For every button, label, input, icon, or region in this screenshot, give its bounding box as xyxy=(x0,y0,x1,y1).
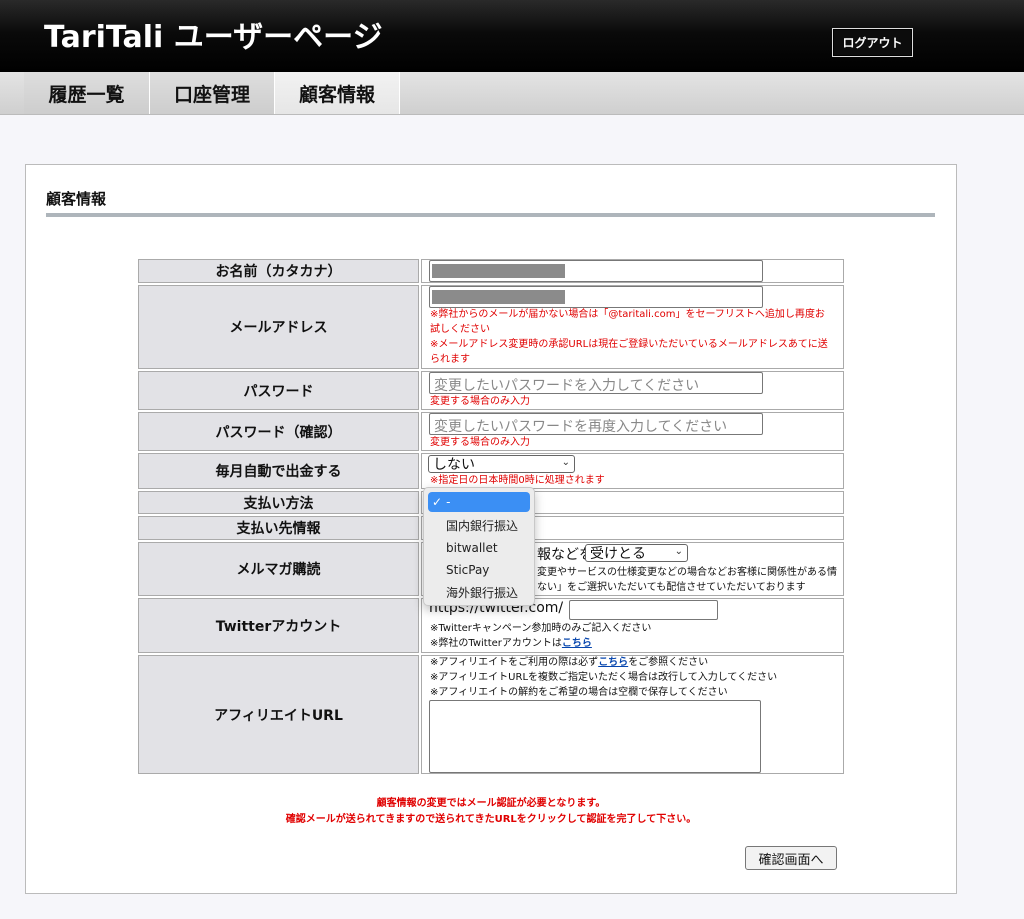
redacted-email xyxy=(432,290,565,304)
label-auto-withdraw: 毎月自動で出金する xyxy=(138,453,419,489)
tab-history[interactable]: 履歴一覧 xyxy=(24,72,150,114)
label-password-confirm: パスワード（確認） xyxy=(138,412,419,451)
label-name-kana: お名前（カタカナ） xyxy=(138,259,419,283)
affiliate-note-1-tail: をご参照ください xyxy=(628,657,709,668)
footer-note-2: 確認メールが送られてきますので送られてきたURLをクリックして認証を完了して下さ… xyxy=(285,814,697,825)
affiliate-info-link[interactable]: こちら xyxy=(598,657,628,668)
password-confirm-note: 変更する場合のみ入力 xyxy=(430,437,530,448)
email-note-1: ※弊社からのメールが届かない場合は「@taritali.com」をセーフリストへ… xyxy=(430,309,825,320)
label-password: パスワード xyxy=(138,371,419,410)
label-twitter: Twitterアカウント xyxy=(138,598,419,653)
affiliate-note-3: ※アフィリエイトの解約をご希望の場合は空欄で保存してください xyxy=(430,687,728,698)
password-note: 変更する場合のみ入力 xyxy=(430,396,530,407)
confirm-button[interactable]: 確認画面へ xyxy=(745,846,837,870)
password-confirm-input[interactable]: 変更したいパスワードを再度入力してください xyxy=(429,413,763,435)
newsletter-note-1: 変更やサービスの仕様変更などの場合などお客様に関係性がある情 xyxy=(537,567,837,578)
dropdown-option-domestic-bank[interactable]: 国内銀行振込 xyxy=(428,515,530,535)
email-note-2: ※メールアドレス変更時の承認URLは現在ご登録いただいているメールアドレスあてに… xyxy=(430,339,828,350)
email-note-2b: られます xyxy=(430,354,470,365)
email-note-1b: 試しください xyxy=(430,324,490,335)
dropdown-option-label: - xyxy=(446,495,451,509)
password-input[interactable]: 変更したいパスワードを入力してください xyxy=(429,372,763,394)
newsletter-select[interactable]: 受けとる ⌄ xyxy=(585,544,688,562)
tab-customer-info[interactable]: 顧客情報 xyxy=(275,72,400,114)
dropdown-option-bitwallet[interactable]: bitwallet xyxy=(428,538,530,558)
newsletter-value: 受けとる xyxy=(590,546,646,562)
tab-account-management[interactable]: 口座管理 xyxy=(150,72,275,114)
top-header: TariTali ユーザーページ ログアウト xyxy=(0,0,1024,72)
chevron-down-icon: ⌄ xyxy=(561,457,570,468)
twitter-input[interactable] xyxy=(569,600,718,620)
affiliate-url-textarea[interactable] xyxy=(429,700,761,773)
newsletter-note-2: ない」をご選択いただいても配信させていただいております xyxy=(537,582,806,593)
label-payee-info: 支払い先情報 xyxy=(138,516,419,540)
section-divider xyxy=(46,213,935,217)
label-affiliate: アフィリエイトURL xyxy=(138,655,419,774)
chevron-down-icon: ⌄ xyxy=(674,546,683,557)
dropdown-option-sticpay[interactable]: SticPay xyxy=(428,560,530,580)
logout-button[interactable]: ログアウト xyxy=(832,28,913,57)
twitter-account-link[interactable]: こちら xyxy=(562,638,592,649)
twitter-note-1: ※Twitterキャンペーン参加時のみご記入ください xyxy=(430,623,652,634)
auto-withdraw-select[interactable]: しない ⌄ xyxy=(428,455,575,473)
twitter-note-2: ※弊社のTwitterアカウントはこちら xyxy=(430,636,592,651)
redacted-name xyxy=(432,264,565,278)
auto-withdraw-value: しない xyxy=(433,457,475,473)
payment-method-dropdown[interactable]: ✓ - 国内銀行振込 bitwallet SticPay 海外銀行振込 xyxy=(423,487,535,606)
tab-bar: 履歴一覧 口座管理 顧客情報 xyxy=(0,72,1024,115)
label-payment-method: 支払い方法 xyxy=(138,491,419,514)
affiliate-note-1: ※アフィリエイトをご利用の際は必ずこちらをご参照ください xyxy=(430,655,708,670)
dropdown-option-none[interactable]: ✓ - xyxy=(428,492,530,512)
checkmark-icon: ✓ xyxy=(432,495,443,509)
label-email: メールアドレス xyxy=(138,285,419,369)
app-title: TariTali ユーザーページ xyxy=(44,20,383,55)
affiliate-note-1-text: ※アフィリエイトをご利用の際は必ず xyxy=(430,657,599,668)
twitter-note-2-text: ※弊社のTwitterアカウントは xyxy=(430,638,562,649)
footer-note-1: 顧客情報の変更ではメール認証が必要となります。 xyxy=(376,798,606,809)
auto-withdraw-note: ※指定日の日本時間0時に処理されます xyxy=(430,475,605,486)
dropdown-option-overseas-bank[interactable]: 海外銀行振込 xyxy=(428,582,530,602)
label-newsletter: メルマガ購読 xyxy=(138,542,419,596)
section-title: 顧客情報 xyxy=(46,190,107,208)
affiliate-note-2: ※アフィリエイトURLを複数ご指定いただく場合は改行して入力してください xyxy=(430,672,778,683)
